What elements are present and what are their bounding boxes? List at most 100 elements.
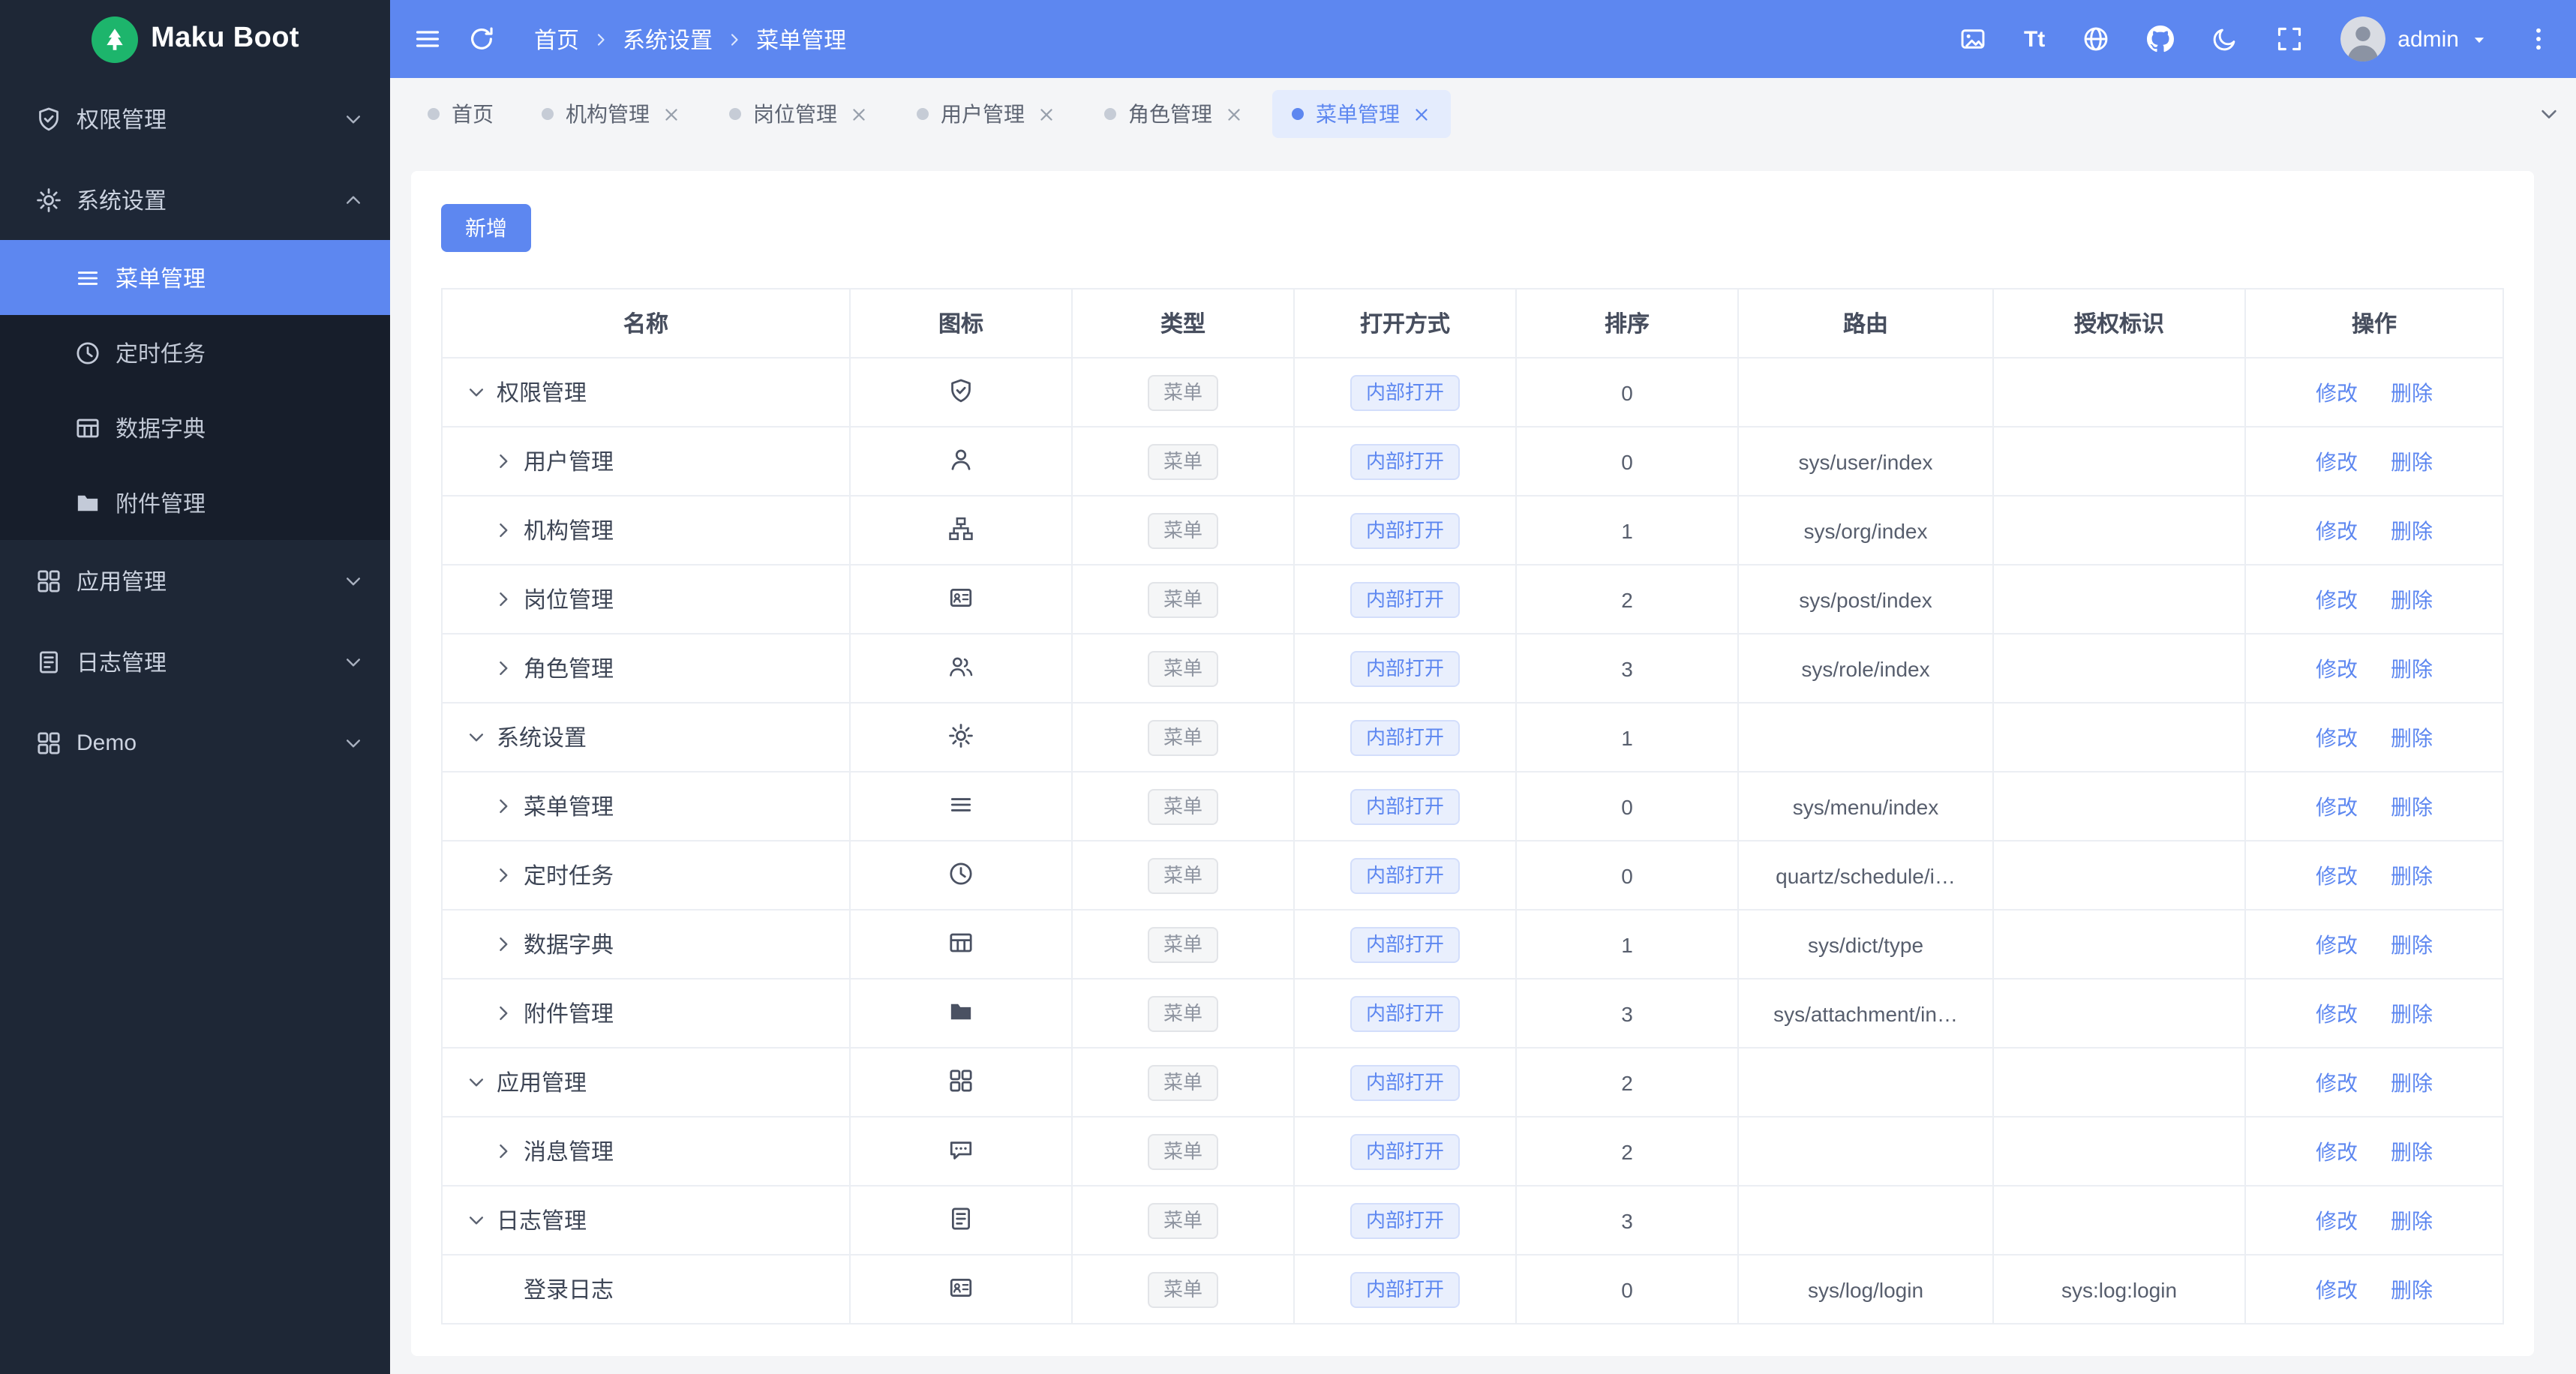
sidebar-item-application[interactable]: 应用管理	[0, 540, 390, 621]
fullscreen-icon[interactable]	[2276, 26, 2303, 52]
sidebar-item-attachment[interactable]: 附件管理	[0, 465, 390, 540]
route-value	[1737, 1047, 1994, 1118]
edit-link[interactable]: 修改	[2316, 656, 2358, 680]
collapse-row-icon[interactable]	[467, 1210, 486, 1230]
delete-link[interactable]: 删除	[2391, 518, 2433, 542]
tab-user[interactable]: 用户管理	[897, 90, 1076, 138]
top-header: 首页 系统设置 菜单管理 Tt admin	[390, 0, 2576, 78]
dict-icon	[948, 929, 974, 955]
sidebar-item-demo[interactable]: Demo	[0, 702, 390, 783]
sidebar-item-permission[interactable]: 权限管理	[0, 78, 390, 159]
tab-menu[interactable]: 菜单管理	[1272, 90, 1451, 138]
sidebar-item-system[interactable]: 系统设置	[0, 159, 390, 240]
tab-status-dot	[729, 108, 741, 120]
expand-row-icon[interactable]	[494, 452, 513, 471]
expand-row-icon[interactable]	[494, 520, 513, 540]
app-logo[interactable]: Maku Boot	[0, 0, 390, 78]
log-icon	[36, 649, 62, 674]
github-icon[interactable]	[2147, 26, 2175, 52]
theme-icon[interactable]	[2211, 26, 2238, 52]
tab-org[interactable]: 机构管理	[522, 90, 701, 138]
tab-label: 用户管理	[941, 102, 1025, 126]
delete-link[interactable]: 删除	[2391, 794, 2433, 818]
expand-row-icon[interactable]	[494, 1004, 513, 1023]
edit-link[interactable]: 修改	[2316, 587, 2358, 611]
close-icon[interactable]	[849, 104, 869, 124]
table-row: 消息管理 菜单 内部打开 2 修改 删除	[441, 1116, 2504, 1186]
open-type-tag: 内部打开	[1350, 1064, 1459, 1100]
expand-row-icon[interactable]	[494, 934, 513, 954]
sidebar-item-dict[interactable]: 数据字典	[0, 390, 390, 465]
delete-link[interactable]: 删除	[2391, 380, 2433, 404]
font-size-icon[interactable]: Tt	[2024, 26, 2045, 52]
sidebar-submenu: 菜单管理 定时任务 数据字典 附件管理	[0, 240, 390, 540]
edit-link[interactable]: 修改	[2316, 863, 2358, 887]
refresh-icon[interactable]	[468, 26, 495, 52]
open-type-tag: 内部打开	[1350, 926, 1459, 962]
edit-link[interactable]: 修改	[2316, 449, 2358, 473]
add-button[interactable]: 新增	[441, 204, 531, 252]
edit-link[interactable]: 修改	[2316, 1139, 2358, 1163]
tab-dropdown-button[interactable]	[2529, 94, 2568, 134]
edit-link[interactable]: 修改	[2316, 1277, 2358, 1301]
delete-link[interactable]: 删除	[2391, 1070, 2433, 1094]
sidebar-item-log[interactable]: 日志管理	[0, 621, 390, 702]
edit-link[interactable]: 修改	[2316, 1208, 2358, 1232]
sidebar-item-menu[interactable]: 菜单管理	[0, 240, 390, 315]
expand-row-icon[interactable]	[494, 866, 513, 885]
column-header: 操作	[2244, 288, 2504, 358]
breadcrumb-item[interactable]: 首页	[534, 23, 579, 55]
perm-value	[1992, 702, 2246, 772]
close-icon[interactable]	[1037, 104, 1056, 124]
expand-row-icon[interactable]	[494, 590, 513, 609]
tab-role[interactable]: 角色管理	[1085, 90, 1263, 138]
apps-icon	[948, 1067, 974, 1093]
delete-link[interactable]: 删除	[2391, 932, 2433, 956]
post-icon	[948, 1274, 974, 1300]
tab-label: 首页	[452, 102, 494, 126]
delete-link[interactable]: 删除	[2391, 449, 2433, 473]
edit-link[interactable]: 修改	[2316, 518, 2358, 542]
collapse-menu-icon[interactable]	[414, 26, 441, 52]
breadcrumb-item[interactable]: 菜单管理	[756, 23, 846, 55]
edit-link[interactable]: 修改	[2316, 794, 2358, 818]
breadcrumb-separator-icon	[726, 31, 743, 47]
edit-link[interactable]: 修改	[2316, 1070, 2358, 1094]
table-row: 用户管理 菜单 内部打开 0 sys/user/index 修改 删除	[441, 426, 2504, 496]
collapse-row-icon[interactable]	[467, 382, 486, 402]
close-icon[interactable]	[1224, 104, 1244, 124]
expand-row-icon[interactable]	[494, 658, 513, 678]
edit-link[interactable]: 修改	[2316, 1001, 2358, 1025]
chevron-down-icon	[344, 733, 363, 752]
image-icon[interactable]	[1959, 26, 1986, 52]
more-vertical-icon[interactable]	[2525, 26, 2552, 52]
breadcrumb-item[interactable]: 系统设置	[623, 23, 713, 55]
close-icon[interactable]	[662, 104, 681, 124]
edit-link[interactable]: 修改	[2316, 725, 2358, 749]
language-icon[interactable]	[2082, 26, 2109, 52]
breadcrumb: 首页 系统设置 菜单管理	[534, 23, 846, 55]
log-icon	[948, 1205, 974, 1231]
close-icon[interactable]	[1412, 104, 1431, 124]
collapse-row-icon[interactable]	[467, 728, 486, 747]
edit-link[interactable]: 修改	[2316, 932, 2358, 956]
delete-link[interactable]: 删除	[2391, 1001, 2433, 1025]
collapse-row-icon[interactable]	[467, 1072, 486, 1092]
breadcrumb-separator-icon	[593, 31, 609, 47]
tab-home[interactable]: 首页	[408, 90, 513, 138]
edit-link[interactable]: 修改	[2316, 380, 2358, 404]
sidebar-item-schedule[interactable]: 定时任务	[0, 315, 390, 390]
delete-link[interactable]: 删除	[2391, 1277, 2433, 1301]
expand-row-icon[interactable]	[494, 796, 513, 816]
shield-icon	[948, 377, 974, 403]
tab-post[interactable]: 岗位管理	[710, 90, 888, 138]
folder-icon	[948, 998, 974, 1024]
delete-link[interactable]: 删除	[2391, 656, 2433, 680]
expand-row-icon[interactable]	[494, 1142, 513, 1161]
delete-link[interactable]: 删除	[2391, 587, 2433, 611]
delete-link[interactable]: 删除	[2391, 1139, 2433, 1163]
delete-link[interactable]: 删除	[2391, 863, 2433, 887]
delete-link[interactable]: 删除	[2391, 725, 2433, 749]
user-menu[interactable]: admin	[2340, 16, 2487, 62]
delete-link[interactable]: 删除	[2391, 1208, 2433, 1232]
